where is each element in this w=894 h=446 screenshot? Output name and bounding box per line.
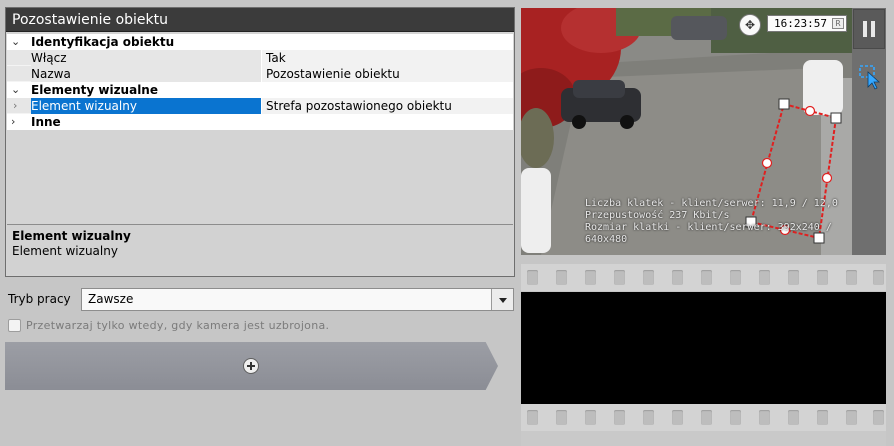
panel-title: Pozostawienie obiektu <box>6 8 514 32</box>
description-text: Element wizualny <box>12 244 118 258</box>
chevron-down-icon[interactable]: ⌄ <box>11 34 23 50</box>
stat-framerate: Liczba klatek - klient/serwer: 11,9 / 12… <box>585 198 838 209</box>
property-grid: ⌄ Identyfikacja obiektu Włącz Tak Nazwa … <box>7 34 513 130</box>
category-label: Inne <box>31 115 61 129</box>
ptz-control-icon[interactable]: ✥ <box>739 14 761 36</box>
category-other[interactable]: › Inne <box>7 114 513 130</box>
camera-timestamp: 16:23:57 R <box>767 15 847 32</box>
property-row-visual-element[interactable]: › Element wizualny Strefa pozostawionego… <box>7 98 513 114</box>
property-row-enable[interactable]: Włącz Tak <box>7 50 513 66</box>
stat-bandwidth: Przepustowość 237 Kbit/s <box>585 210 730 221</box>
zone-edit-icon[interactable] <box>853 55 885 95</box>
chevron-right-icon[interactable]: › <box>13 98 17 114</box>
property-name: Element wizualny <box>31 98 261 114</box>
timestamp-text: 16:23:57 <box>774 17 827 30</box>
camera-view[interactable]: ✥ 16:23:57 R Liczba klatek - klient/serw… <box>521 8 852 255</box>
property-value[interactable]: Tak <box>261 50 513 66</box>
properties-panel: Pozostawienie obiektu ⌄ Identyfikacja ob… <box>5 7 515 277</box>
stat-framesize: Rozmiar klatki - klient/serwer: 392x240 … <box>585 222 832 245</box>
bottom-area <box>521 431 886 446</box>
category-label: Elementy wizualne <box>31 83 158 97</box>
camera-toolbar <box>852 8 886 255</box>
category-label: Identyfikacja obiektu <box>31 35 175 49</box>
add-icon[interactable] <box>243 358 259 374</box>
property-value[interactable]: Strefa pozostawionego obiektu <box>261 98 513 114</box>
camera-stats: Liczba klatek - klient/serwer: 11,9 / 12… <box>585 198 852 246</box>
category-visual-elements[interactable]: ⌄ Elementy wizualne <box>7 82 513 98</box>
description-pane: Element wizualny Element wizualny <box>7 224 513 275</box>
category-identification[interactable]: ⌄ Identyfikacja obiektu <box>7 34 513 50</box>
filmstrip-bottom <box>521 404 886 431</box>
chevron-down-icon[interactable]: ⌄ <box>11 82 23 98</box>
mode-value: Zawsze <box>88 292 134 306</box>
chevron-right-icon[interactable]: › <box>11 114 23 130</box>
property-row-name[interactable]: Nazwa Pozostawienie obiektu <box>7 66 513 82</box>
mode-dropdown[interactable]: Zawsze <box>81 288 514 311</box>
property-value[interactable]: Pozostawienie obiektu <box>261 66 513 82</box>
zone-edit-glyph <box>859 65 881 90</box>
mode-label: Tryb pracy <box>8 292 71 306</box>
record-badge: R <box>832 18 844 29</box>
armed-only-label: Przetwarzaj tylko wtedy, gdy kamera jest… <box>26 319 330 332</box>
property-name: Włącz <box>31 50 261 66</box>
filmstrip-top <box>521 264 886 291</box>
armed-only-checkbox[interactable] <box>8 319 21 332</box>
property-name: Nazwa <box>31 66 261 82</box>
description-title: Element wizualny <box>12 229 131 243</box>
app-window: Pozostawienie obiektu ⌄ Identyfikacja ob… <box>0 0 894 446</box>
chevron-down-icon[interactable] <box>491 289 513 310</box>
pause-icon[interactable] <box>853 9 885 49</box>
empty-video-slot <box>521 292 886 404</box>
